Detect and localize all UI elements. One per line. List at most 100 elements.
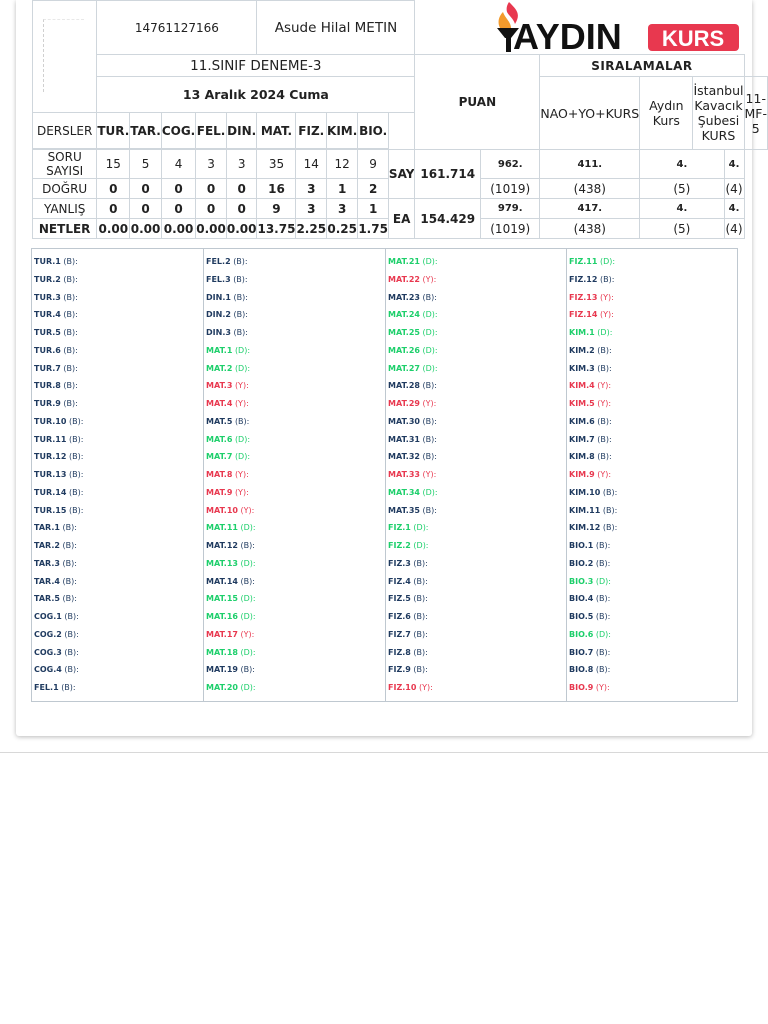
answer-item: MAT.31 (B): [388,431,566,449]
answer-mark: (B): [597,345,612,355]
answer-item: DIN.2 (B): [206,306,385,324]
answer-item: MAT.19 (B): [206,661,385,679]
answer-item: KIM.5 (Y): [569,395,737,413]
answer-item: MAT.11 (D): [206,519,385,537]
question-code: TAR.1 [34,523,60,533]
answer-mark: (B): [413,576,428,586]
answer-item: BIO.4 (B): [569,590,737,608]
answer-mark: (D): [595,576,611,586]
rank-header-aydin: Aydın Kurs [639,76,694,150]
answer-mark: (B): [62,576,77,586]
answer-mark: (B): [597,363,612,373]
answer-mark: (B): [595,665,611,675]
soru-cell: 3 [225,149,258,179]
answer-column: FEL.2 (B): FEL.3 (B): DIN.1 (B): DIN.2 (B):… [203,248,386,702]
soru-cell: 5 [129,149,162,179]
dogru-label: DOĞRU [31,178,98,199]
answer-item: FIZ.5 (B): [388,590,566,608]
rank-cell: 4. [723,198,745,219]
answer-mark: (D): [234,434,251,444]
answer-mark: (B): [422,505,437,515]
question-code: TUR.11 [34,434,67,444]
answer-mark: (B): [240,541,255,550]
question-code: TUR.6 [34,345,61,355]
question-code: KIM.6 [569,416,595,426]
answer-item: FIZ.14 (Y): [569,306,737,324]
question-code: TAR.2 [34,541,60,550]
question-code: TAR.3 [34,558,60,568]
answer-mark: (B): [422,292,437,302]
answer-item: TUR.8 (B): [34,377,203,395]
answer-item: TUR.6 (B): [34,342,203,360]
net-cell: 0.00 [129,218,162,239]
net-cell: 2.25 [295,218,328,239]
subject-tur: TUR. [96,112,131,149]
rank-cell: 4. [723,149,745,179]
question-code: KIM.3 [569,363,595,373]
answer-item: FIZ.9 (B): [388,661,566,679]
question-code: MAT.2 [206,363,233,373]
question-code: FIZ.11 [569,257,598,266]
answer-item: FIZ.10 (Y): [388,679,566,697]
answer-item: KIM.8 (B): [569,448,737,466]
question-code: FIZ.7 [388,629,411,639]
rank-count-cell: (4) [723,178,745,199]
answer-mark: (B): [63,381,78,391]
answer-mark: (B): [64,647,79,657]
question-code: FIZ.13 [569,292,598,302]
rank-cell: 411. [539,149,641,179]
answer-item: MAT.27 (D): [388,360,566,378]
answer-mark: (B): [602,505,618,515]
answer-item: MAT.7 (D): [206,448,385,466]
yanlis-cell: 0 [195,198,227,219]
soru-cell: 9 [357,149,389,179]
answer-item: FIZ.12 (B): [569,271,737,289]
answer-mark: (Y): [599,310,614,320]
yanlis-cell: 1 [357,198,389,219]
answer-item: KIM.2 (B): [569,342,737,360]
answer-item: BIO.9 (Y): [569,679,737,697]
answer-item: TUR.13 (B): [34,466,203,484]
answer-mark: (B): [233,328,248,337]
answer-mark: (Y): [240,505,255,515]
soru-sayisi-label: SORU SAYISI [31,149,98,179]
answer-mark: (D): [422,345,438,355]
answer-mark: (Y): [234,470,249,479]
subject-bio: BIO. [357,112,389,149]
answer-mark: (Y): [418,683,433,692]
answer-mark: (B): [62,594,77,604]
subject-fiz: FIZ. [295,112,328,149]
answer-item: MAT.10 (Y): [206,502,385,520]
answer-item: FEL.1 (B): [34,679,203,697]
answer-item: KIM.10 (B): [569,484,737,502]
subject-mat: MAT. [256,112,297,149]
answer-mark: (B): [602,487,618,497]
question-code: FIZ.3 [388,558,411,568]
answer-item: MAT.22 (Y): [388,271,566,289]
question-code: MAT.32 [388,452,420,462]
question-code: DIN.3 [206,328,231,337]
question-code: KIM.7 [569,434,595,444]
answer-item: MAT.12 (B): [206,537,385,555]
answer-mark: (B): [240,576,255,586]
question-code: MAT.17 [206,629,238,639]
question-code: TUR.15 [34,505,67,515]
exam-date: 13 Aralık 2024 Cuma [96,76,416,113]
question-code: MAT.23 [388,292,420,302]
question-code: DIN.2 [206,310,231,320]
answer-detail-table: TUR.1 (B): TUR.2 (B): TUR.3 (B): TUR.4 (B):… [31,248,738,702]
question-code: MAT.1 [206,345,233,355]
answer-mark: (Y): [422,470,437,479]
question-code: MAT.10 [206,505,238,515]
answer-item: BIO.7 (B): [569,644,737,662]
question-code: MAT.6 [206,434,233,444]
question-code: MAT.19 [206,665,238,675]
question-code: MAT.26 [388,345,420,355]
answer-item: MAT.32 (B): [388,448,566,466]
answer-mark: (B): [233,274,248,284]
question-code: TUR.9 [34,399,61,408]
answer-item: MAT.25 (D): [388,324,566,342]
question-code: KIM.12 [569,523,601,533]
subject-fel: FEL. [195,112,227,149]
score-say: 161.714 [414,149,482,199]
